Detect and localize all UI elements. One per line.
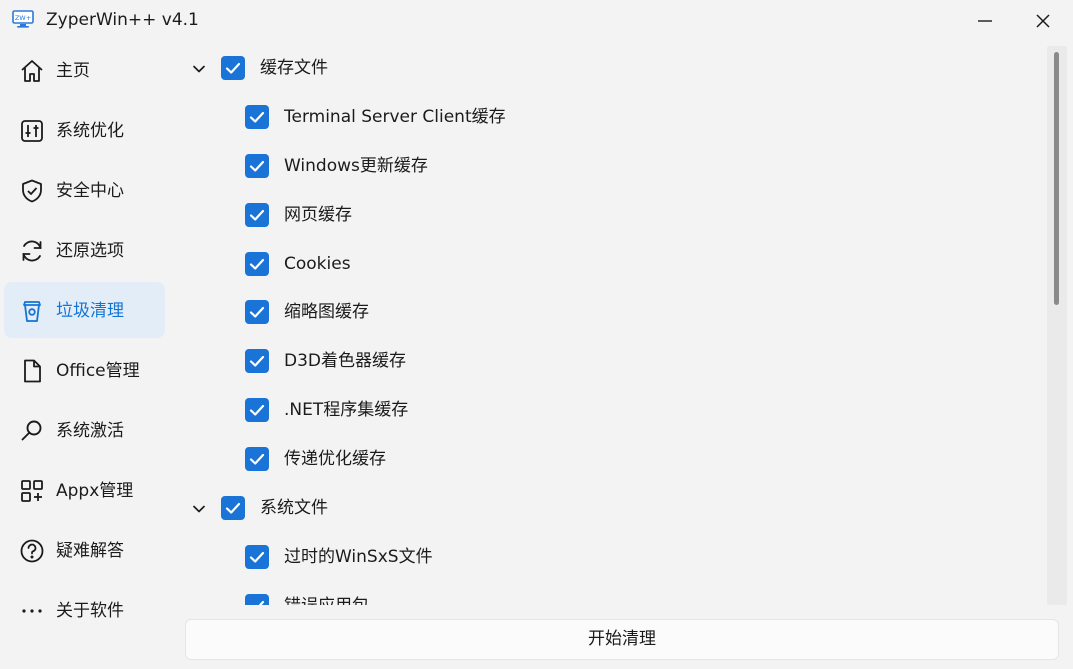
item-checkbox[interactable]: [245, 349, 269, 373]
item-label: 网页缓存: [284, 205, 352, 225]
tree-item[interactable]: Terminal Server Client缓存: [172, 103, 1052, 133]
checkmark-icon: [249, 404, 265, 416]
sidebar-item-label: 疑难解答: [56, 541, 124, 561]
item-checkbox[interactable]: [245, 398, 269, 422]
sidebar-item-label: 系统激活: [56, 421, 124, 441]
group-checkbox[interactable]: [221, 496, 245, 520]
item-checkbox[interactable]: [245, 300, 269, 324]
tree-item[interactable]: D3D着色器缓存: [172, 347, 1052, 377]
tree-item[interactable]: 错误应用包: [172, 592, 1052, 605]
sidebar-item-security[interactable]: 安全中心: [4, 162, 165, 218]
checkmark-icon: [249, 551, 265, 563]
app-logo-icon: ZW+: [12, 10, 34, 28]
scrollbar-thumb[interactable]: [1054, 52, 1059, 305]
checkmark-icon: [249, 355, 265, 367]
title-bar: ZW+ ZyperWin++ v4.1: [0, 0, 1073, 40]
sidebar-item-restore[interactable]: 还原选项: [4, 222, 165, 278]
sidebar-item-label: 关于软件: [56, 601, 124, 621]
checkmark-icon: [249, 453, 265, 465]
tree-item[interactable]: 缩略图缓存: [172, 298, 1052, 328]
group-label: 系统文件: [260, 498, 328, 518]
checkmark-icon: [249, 160, 265, 172]
minimize-button[interactable]: [972, 8, 998, 34]
sidebar-item-label: 主页: [56, 61, 90, 81]
item-checkbox[interactable]: [245, 154, 269, 178]
sidebar-item-label: Appx管理: [56, 481, 134, 501]
sidebar-item-optimize[interactable]: 系统优化: [4, 102, 165, 158]
svg-text:ZW+: ZW+: [15, 14, 31, 22]
sidebar-item-label: 垃圾清理: [56, 301, 124, 321]
key-icon: [21, 420, 42, 441]
sidebar-item-home[interactable]: 主页: [4, 42, 165, 98]
item-checkbox[interactable]: [245, 105, 269, 129]
tree-item[interactable]: Windows更新缓存: [172, 152, 1052, 182]
checkmark-icon: [258, 600, 265, 605]
tree-group-cache[interactable]: 缓存文件: [172, 54, 1052, 84]
window-title: ZyperWin++ v4.1: [46, 10, 199, 30]
close-button[interactable]: [1030, 8, 1056, 34]
sliders-icon: [21, 120, 43, 142]
item-label: D3D着色器缓存: [284, 351, 406, 371]
start-cleanup-button[interactable]: 开始清理: [185, 619, 1059, 660]
item-label: Terminal Server Client缓存: [284, 107, 506, 127]
checkmark-icon: [249, 258, 265, 270]
tree-group-system[interactable]: 系统文件: [172, 494, 1052, 524]
item-label: Cookies: [284, 254, 351, 274]
apps-grid-icon: [21, 480, 43, 502]
sidebar-item-about[interactable]: 关于软件: [4, 582, 165, 638]
sidebar-item-appx[interactable]: Appx管理: [4, 462, 165, 518]
tree-item[interactable]: Cookies: [172, 250, 1052, 280]
tree-item[interactable]: 传递优化缓存: [172, 445, 1052, 475]
document-icon: [24, 359, 41, 383]
checkmark-icon: [249, 111, 265, 123]
item-label: .NET程序集缓存: [284, 400, 409, 420]
tree-item[interactable]: .NET程序集缓存: [172, 396, 1052, 426]
item-label: 缩略图缓存: [284, 302, 369, 322]
restore-icon: [22, 240, 42, 262]
item-checkbox[interactable]: [245, 203, 269, 227]
sidebar-item-label: 安全中心: [56, 181, 124, 201]
item-label: 错误应用包: [284, 595, 369, 605]
trash-cup-icon: [23, 301, 41, 322]
checkmark-icon: [249, 306, 265, 318]
item-checkbox[interactable]: [245, 252, 269, 276]
sidebar-item-cleanup[interactable]: 垃圾清理: [4, 282, 165, 338]
item-checkbox[interactable]: [245, 594, 269, 605]
item-checkbox[interactable]: [245, 545, 269, 569]
checkmark-icon: [225, 502, 241, 514]
checkmark-icon: [225, 62, 241, 74]
item-label: 过时的WinSxS文件: [284, 547, 433, 567]
group-label: 缓存文件: [260, 58, 328, 78]
item-label: Windows更新缓存: [284, 156, 428, 176]
group-checkbox[interactable]: [221, 56, 245, 80]
more-icon: [22, 609, 42, 613]
tree-item[interactable]: 过时的WinSxS文件: [172, 543, 1052, 573]
sidebar-item-activation[interactable]: 系统激活: [4, 402, 165, 458]
checkmark-icon: [249, 209, 265, 221]
sidebar-item-label: 还原选项: [56, 241, 124, 261]
home-icon: [21, 60, 43, 82]
help-icon: [20, 539, 44, 563]
vertical-scrollbar[interactable]: [1047, 46, 1067, 605]
item-checkbox[interactable]: [245, 447, 269, 471]
cleanup-tree: 缓存文件 Terminal Server Client缓存 Windows更新缓…: [172, 40, 1073, 605]
sidebar-nav: 主页 系统优化 安全中心 还原选项 垃圾清理 Office管理 系统激活 App…: [0, 40, 172, 669]
item-label: 传递优化缓存: [284, 449, 386, 469]
sidebar-item-office[interactable]: Office管理: [4, 342, 165, 398]
sidebar-item-label: Office管理: [56, 361, 140, 381]
sidebar-item-troubleshoot[interactable]: 疑难解答: [4, 522, 165, 578]
chevron-down-icon[interactable]: [190, 60, 208, 78]
tree-item[interactable]: 网页缓存: [172, 201, 1052, 231]
chevron-down-icon[interactable]: [190, 500, 208, 518]
sidebar-item-label: 系统优化: [56, 121, 124, 141]
shield-icon: [22, 179, 42, 203]
